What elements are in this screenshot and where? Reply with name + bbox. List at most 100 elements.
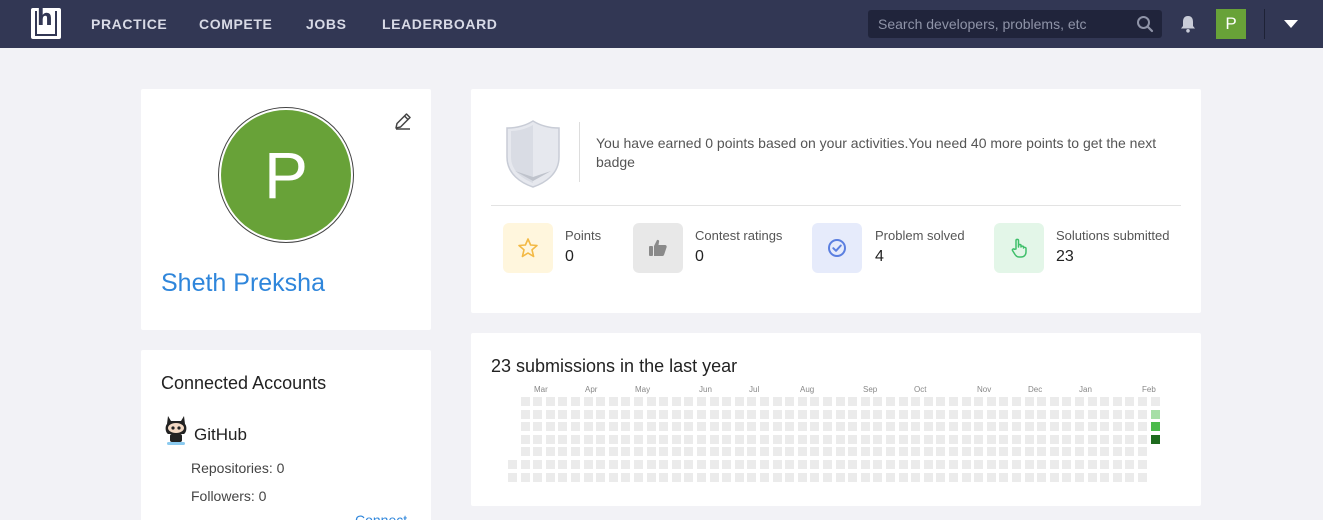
heatmap-cell[interactable]	[558, 397, 567, 406]
heatmap-cell[interactable]	[999, 422, 1008, 431]
heatmap-cell[interactable]	[659, 473, 668, 482]
heatmap-cell[interactable]	[949, 435, 958, 444]
heatmap-cell[interactable]	[546, 447, 555, 456]
heatmap-cell[interactable]	[962, 447, 971, 456]
heatmap-cell[interactable]	[533, 447, 542, 456]
heatmap-cell[interactable]	[836, 460, 845, 469]
heatmap-cell[interactable]	[684, 410, 693, 419]
heatmap-cell[interactable]	[999, 397, 1008, 406]
heatmap-cell[interactable]	[1100, 473, 1109, 482]
heatmap-cell[interactable]	[1025, 447, 1034, 456]
nav-practice[interactable]: PRACTICE	[91, 16, 167, 32]
heatmap-cell[interactable]	[1100, 435, 1109, 444]
heatmap-cell[interactable]	[1025, 410, 1034, 419]
heatmap-cell[interactable]	[760, 435, 769, 444]
heatmap-cell[interactable]	[936, 460, 945, 469]
heatmap-cell[interactable]	[1050, 422, 1059, 431]
heatmap-cell[interactable]	[697, 447, 706, 456]
heatmap-cell[interactable]	[1113, 422, 1122, 431]
heatmap-cell[interactable]	[810, 473, 819, 482]
heatmap-cell[interactable]	[697, 473, 706, 482]
heatmap-cell[interactable]	[911, 422, 920, 431]
heatmap-cell[interactable]	[962, 422, 971, 431]
heatmap-cell[interactable]	[647, 410, 656, 419]
heatmap-cell[interactable]	[710, 447, 719, 456]
heatmap-cell[interactable]	[533, 397, 542, 406]
heatmap-cell[interactable]	[1113, 435, 1122, 444]
heatmap-cell[interactable]	[521, 422, 530, 431]
heatmap-cell[interactable]	[848, 435, 857, 444]
heatmap-cell[interactable]	[558, 460, 567, 469]
heatmap-cell[interactable]	[899, 435, 908, 444]
heatmap-cell[interactable]	[1037, 473, 1046, 482]
heatmap-cell[interactable]	[596, 435, 605, 444]
heatmap-cell[interactable]	[1062, 473, 1071, 482]
heatmap-cell[interactable]	[1125, 447, 1134, 456]
heatmap-cell[interactable]	[861, 435, 870, 444]
heatmap-cell[interactable]	[836, 473, 845, 482]
heatmap-cell[interactable]	[873, 447, 882, 456]
heatmap-cell[interactable]	[924, 410, 933, 419]
heatmap-cell[interactable]	[722, 460, 731, 469]
heatmap-cell[interactable]	[1025, 422, 1034, 431]
heatmap-cell[interactable]	[735, 422, 744, 431]
heatmap-cell[interactable]	[571, 410, 580, 419]
heatmap-cell[interactable]	[546, 410, 555, 419]
heatmap-cell[interactable]	[1062, 410, 1071, 419]
heatmap-cell[interactable]	[848, 422, 857, 431]
heatmap-cell[interactable]	[836, 422, 845, 431]
heatmap-cell[interactable]	[558, 447, 567, 456]
heatmap-cell[interactable]	[596, 460, 605, 469]
search-input[interactable]	[868, 10, 1130, 38]
heatmap-cell[interactable]	[558, 422, 567, 431]
heatmap-cell[interactable]	[1012, 422, 1021, 431]
heatmap-cell[interactable]	[785, 397, 794, 406]
heatmap-cell[interactable]	[810, 397, 819, 406]
heatmap-cell[interactable]	[911, 447, 920, 456]
heatmap-cell[interactable]	[1088, 447, 1097, 456]
heatmap-cell[interactable]	[621, 447, 630, 456]
heatmap-cell[interactable]	[823, 460, 832, 469]
heatmap-cell[interactable]	[949, 422, 958, 431]
heatmap-cell[interactable]	[1050, 397, 1059, 406]
heatmap-cell[interactable]	[773, 460, 782, 469]
heatmap-cell[interactable]	[1012, 447, 1021, 456]
heatmap-cell[interactable]	[672, 447, 681, 456]
heatmap-cell[interactable]	[974, 397, 983, 406]
heatmap-cell[interactable]	[999, 447, 1008, 456]
heatmap-cell[interactable]	[571, 422, 580, 431]
heatmap-cell[interactable]	[785, 447, 794, 456]
heatmap-cell[interactable]	[735, 473, 744, 482]
heatmap-cell[interactable]	[584, 473, 593, 482]
bell-icon[interactable]	[1179, 14, 1197, 34]
heatmap-cell[interactable]	[773, 410, 782, 419]
heatmap-cell[interactable]	[1100, 410, 1109, 419]
heatmap-cell[interactable]	[936, 473, 945, 482]
heatmap-cell[interactable]	[735, 397, 744, 406]
heatmap-cell[interactable]	[672, 460, 681, 469]
heatmap-cell[interactable]	[521, 435, 530, 444]
heatmap-cell[interactable]	[823, 473, 832, 482]
heatmap-cell[interactable]	[697, 410, 706, 419]
heatmap-cell[interactable]	[609, 460, 618, 469]
heatmap-cell[interactable]	[735, 447, 744, 456]
heatmap-cell[interactable]	[886, 397, 895, 406]
heatmap-cell[interactable]	[886, 447, 895, 456]
heatmap-cell[interactable]	[684, 435, 693, 444]
heatmap-cell[interactable]	[672, 422, 681, 431]
heatmap-cell[interactable]	[710, 410, 719, 419]
heatmap-cell[interactable]	[1075, 410, 1084, 419]
heatmap-cell[interactable]	[999, 410, 1008, 419]
heatmap-cell[interactable]	[1037, 447, 1046, 456]
pencil-icon[interactable]	[393, 111, 413, 131]
heatmap-cell[interactable]	[962, 397, 971, 406]
heatmap-cell[interactable]	[621, 410, 630, 419]
heatmap-cell[interactable]	[684, 473, 693, 482]
heatmap-cell[interactable]	[1100, 460, 1109, 469]
heatmap-cell[interactable]	[609, 397, 618, 406]
heatmap-cell[interactable]	[1062, 447, 1071, 456]
heatmap-cell[interactable]	[1113, 473, 1122, 482]
heatmap-cell[interactable]	[1050, 473, 1059, 482]
heatmap-cell[interactable]	[647, 397, 656, 406]
heatmap-cell[interactable]	[735, 435, 744, 444]
